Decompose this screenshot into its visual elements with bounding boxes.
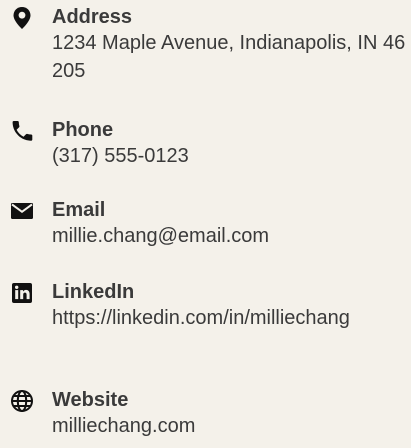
- contact-linkedin-text: LinkedIn https://linkedin.com/in/milliec…: [52, 280, 406, 332]
- linkedin-label: LinkedIn: [52, 281, 135, 303]
- contact-item-website: Website milliechang.com: [0, 388, 411, 446]
- phone-icon: [9, 118, 35, 144]
- globe-icon: [9, 388, 35, 414]
- contact-item-email: Email millie.chang@email.com: [0, 198, 411, 258]
- linkedin-value: https://linkedin.com/in/milliechang: [52, 307, 350, 329]
- contact-item-phone: Phone (317) 555-0123: [0, 118, 411, 178]
- email-value: millie.chang@email.com: [52, 225, 270, 247]
- website-value: milliechang.com: [52, 415, 196, 437]
- phone-label: Phone: [52, 119, 114, 141]
- contact-website-text: Website milliechang.com: [52, 388, 406, 440]
- contact-item-linkedin: LinkedIn https://linkedin.com/in/milliec…: [0, 280, 411, 372]
- contact-item-address: Address 1234 Maple Avenue, Indianapolis,…: [0, 5, 411, 100]
- location-pin-icon: [9, 5, 35, 31]
- contact-list: Address 1234 Maple Avenue, Indianapolis,…: [0, 0, 411, 448]
- contact-address-text: Address 1234 Maple Avenue, Indianapolis,…: [52, 5, 406, 85]
- envelope-icon: [9, 198, 35, 224]
- linkedin-icon: [9, 280, 35, 306]
- contact-email-text: Email millie.chang@email.com: [52, 198, 406, 250]
- address-value: 1234 Maple Avenue, Indianapolis, IN 4620…: [52, 32, 406, 82]
- phone-value: (317) 555-0123: [52, 145, 189, 167]
- address-label: Address: [52, 6, 133, 28]
- email-label: Email: [52, 199, 106, 221]
- contact-phone-text: Phone (317) 555-0123: [52, 118, 406, 170]
- website-label: Website: [52, 389, 129, 411]
